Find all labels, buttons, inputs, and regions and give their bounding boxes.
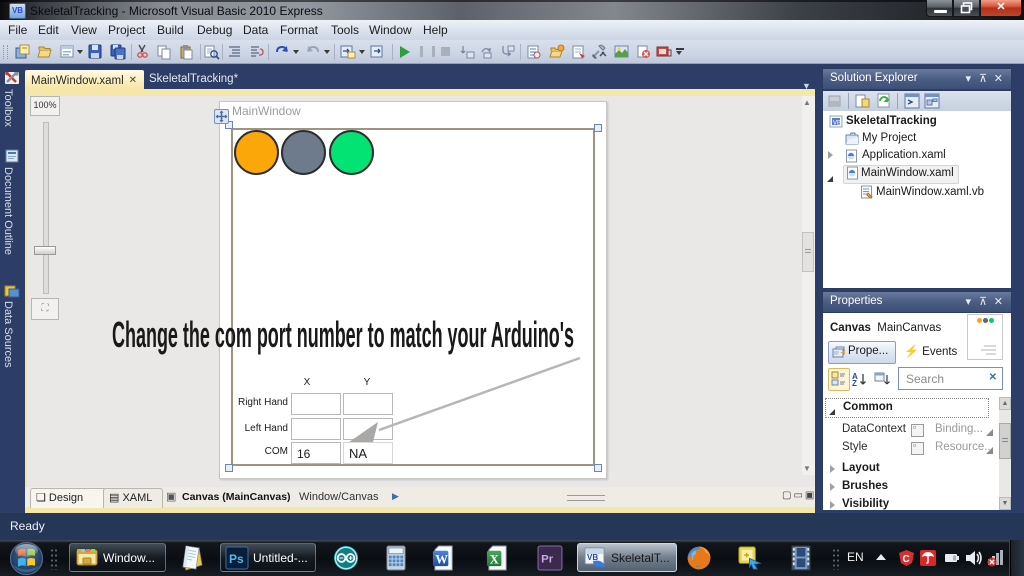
svg-text:Pr: Pr [541,554,554,566]
svg-text:VB: VB [833,121,841,127]
svg-text:X: X [490,552,499,566]
svg-text:Ps: Ps [229,552,244,566]
svg-text:C: C [903,554,910,565]
svg-text:Z: Z [852,379,857,387]
svg-text:Change the com port number to: Change the com port number to match your… [112,314,574,355]
svg-text:W: W [435,552,448,566]
